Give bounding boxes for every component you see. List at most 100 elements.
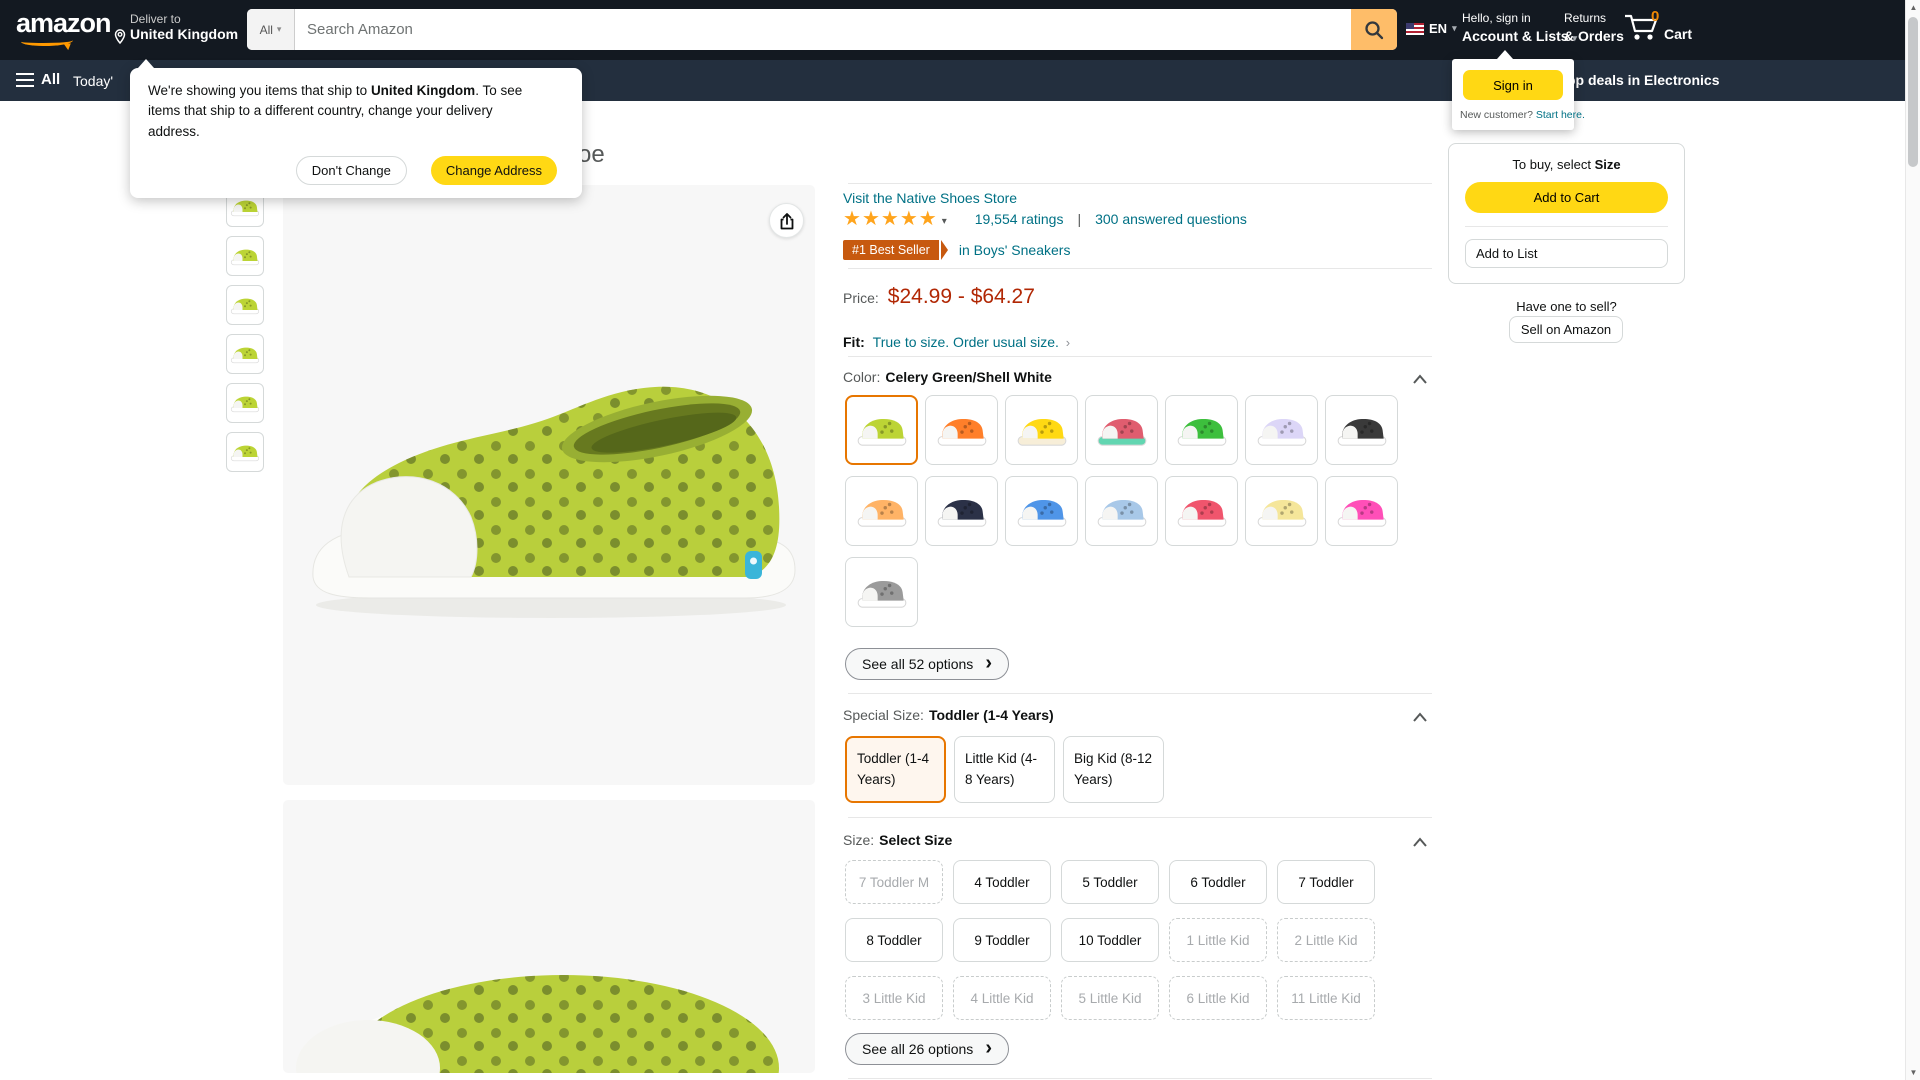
- color-swatch[interactable]: [1325, 395, 1398, 465]
- start-here-link[interactable]: Start here.: [1536, 109, 1585, 121]
- special-size-option[interactable]: Big Kid (8-12 Years): [1063, 736, 1164, 803]
- deliver-to-label: Deliver to: [130, 12, 238, 26]
- color-swatch[interactable]: [1245, 395, 1318, 465]
- color-swatch[interactable]: [1085, 395, 1158, 465]
- nav-deals-link[interactable]: op deals in Electronics: [1567, 72, 1720, 88]
- see-all-colors-button[interactable]: See all 52 options ›: [845, 648, 1009, 680]
- collapse-chevron-icon[interactable]: [1412, 836, 1428, 848]
- amazon-logo[interactable]: amazon: [16, 10, 111, 37]
- special-size-section-header: Special Size:Toddler (1-4 Years): [843, 707, 1054, 725]
- size-option-unavailable[interactable]: 7 Toddler M: [845, 860, 943, 904]
- best-seller-badge[interactable]: #1 Best Seller: [843, 240, 939, 260]
- search-button[interactable]: [1351, 9, 1397, 50]
- language-selector[interactable]: EN ▾: [1406, 21, 1457, 36]
- deliver-to-button[interactable]: Deliver to United Kingdom: [130, 12, 238, 42]
- share-button[interactable]: [769, 203, 804, 238]
- image-thumbnail[interactable]: [226, 285, 264, 325]
- size-option[interactable]: 4 Toddler: [953, 860, 1051, 904]
- size-option-unavailable[interactable]: 2 Little Kid: [1277, 918, 1375, 962]
- shoe-swatch-image: [1336, 493, 1388, 529]
- fit-link[interactable]: True to size. Order usual size.: [873, 334, 1059, 350]
- buy-box: To buy, select Size Add to Cart Add to L…: [1448, 143, 1685, 284]
- size-option[interactable]: 5 Toddler: [1061, 860, 1159, 904]
- color-swatch[interactable]: [925, 395, 998, 465]
- size-option[interactable]: 10 Toddler: [1061, 918, 1159, 962]
- dont-change-button[interactable]: Don't Change: [296, 156, 407, 185]
- add-to-cart-button[interactable]: Add to Cart: [1465, 182, 1668, 213]
- change-address-button[interactable]: Change Address: [431, 156, 557, 185]
- size-option-unavailable[interactable]: 3 Little Kid: [845, 976, 943, 1020]
- size-option[interactable]: 8 Toddler: [845, 918, 943, 962]
- special-size-option[interactable]: Little Kid (4-8 Years): [954, 736, 1055, 803]
- account-greeting: Hello, sign in: [1462, 11, 1577, 27]
- deliver-to-country: United Kingdom: [130, 26, 238, 42]
- size-option-unavailable[interactable]: 6 Little Kid: [1169, 976, 1267, 1020]
- image-thumbnail[interactable]: [226, 236, 264, 276]
- store-link[interactable]: Visit the Native Shoes Store: [843, 190, 1017, 206]
- account-menu[interactable]: Hello, sign in Account & Lists ▾: [1462, 11, 1577, 45]
- nav-all-menu[interactable]: All: [41, 71, 60, 88]
- star-rating[interactable]: ★★★★★: [843, 209, 938, 229]
- chevron-down-icon[interactable]: ▾: [942, 216, 947, 227]
- color-swatch[interactable]: [845, 476, 918, 546]
- sign-in-button[interactable]: Sign in: [1463, 70, 1563, 100]
- ratings-count-link[interactable]: 19,554 ratings: [975, 211, 1064, 227]
- see-all-sizes-button[interactable]: See all 26 options ›: [845, 1033, 1009, 1065]
- answered-questions-link[interactable]: 300 answered questions: [1095, 211, 1247, 227]
- search-category-dropdown[interactable]: All ▾: [247, 9, 295, 50]
- scrollbar-thumb[interactable]: [1908, 17, 1918, 167]
- divider: [848, 817, 1432, 818]
- collapse-chevron-icon[interactable]: [1412, 711, 1428, 723]
- color-swatch-grid: [845, 395, 1425, 627]
- color-swatch[interactable]: [1085, 476, 1158, 546]
- product-main-image[interactable]: [283, 185, 815, 785]
- hamburger-menu-icon[interactable]: [16, 73, 34, 91]
- color-swatch[interactable]: [1165, 476, 1238, 546]
- color-swatch[interactable]: [1325, 476, 1398, 546]
- delivery-address-popup: We're showing you items that ship to Uni…: [130, 68, 582, 198]
- see-all-colors-label: See all 52 options: [862, 656, 973, 672]
- chevron-down-icon: ▾: [1452, 23, 1457, 34]
- nav-item-todays-deals[interactable]: Today': [73, 73, 113, 89]
- divider: [848, 1078, 1432, 1079]
- scroll-down-icon[interactable]: ▼: [1906, 1068, 1920, 1077]
- best-seller-category-link[interactable]: in Boys' Sneakers: [959, 242, 1071, 258]
- shoe-swatch-image: [936, 493, 988, 529]
- color-swatch[interactable]: [925, 476, 998, 546]
- size-option-unavailable[interactable]: 5 Little Kid: [1061, 976, 1159, 1020]
- image-thumbnail[interactable]: [226, 334, 264, 374]
- color-swatch[interactable]: [1005, 395, 1078, 465]
- image-thumbnail[interactable]: [226, 383, 264, 423]
- size-option[interactable]: 6 Toddler: [1169, 860, 1267, 904]
- scrollbar[interactable]: ▲ ▼: [1905, 0, 1920, 1080]
- sell-on-amazon-button[interactable]: Sell on Amazon: [1509, 316, 1623, 343]
- popup-pointer: [1497, 50, 1513, 59]
- shoe-swatch-image: [230, 245, 260, 267]
- color-swatch[interactable]: [1245, 476, 1318, 546]
- shoe-swatch-image: [856, 493, 908, 529]
- shoe-image: [283, 185, 815, 785]
- color-swatch[interactable]: [1005, 476, 1078, 546]
- size-option[interactable]: 7 Toddler: [1277, 860, 1375, 904]
- size-option-unavailable[interactable]: 11 Little Kid: [1277, 976, 1375, 1020]
- collapse-chevron-icon[interactable]: [1412, 373, 1428, 385]
- product-secondary-image[interactable]: [283, 800, 815, 1073]
- orders-label: & Orders: [1564, 27, 1624, 45]
- size-option-unavailable[interactable]: 1 Little Kid: [1169, 918, 1267, 962]
- returns-orders-menu[interactable]: Returns & Orders: [1564, 11, 1624, 45]
- color-swatch-selected[interactable]: [845, 395, 918, 465]
- size-option-unavailable[interactable]: 4 Little Kid: [953, 976, 1051, 1020]
- divider: [848, 183, 1432, 184]
- add-to-list-button[interactable]: Add to List: [1465, 239, 1668, 268]
- color-swatch[interactable]: [1165, 395, 1238, 465]
- size-option[interactable]: 9 Toddler: [953, 918, 1051, 962]
- image-thumbnail[interactable]: [226, 432, 264, 472]
- shoe-swatch-image: [230, 441, 260, 463]
- site-header: amazon Deliver to United Kingdom All ▾ E…: [0, 0, 1920, 60]
- cart-button[interactable]: 0 Cart: [1622, 10, 1692, 44]
- special-size-option[interactable]: Toddler (1-4 Years): [845, 736, 946, 803]
- color-section-header: Color:Celery Green/Shell White: [843, 369, 1052, 387]
- scroll-up-icon[interactable]: ▲: [1906, 3, 1920, 12]
- search-input[interactable]: [295, 9, 1351, 50]
- color-swatch[interactable]: [845, 557, 918, 627]
